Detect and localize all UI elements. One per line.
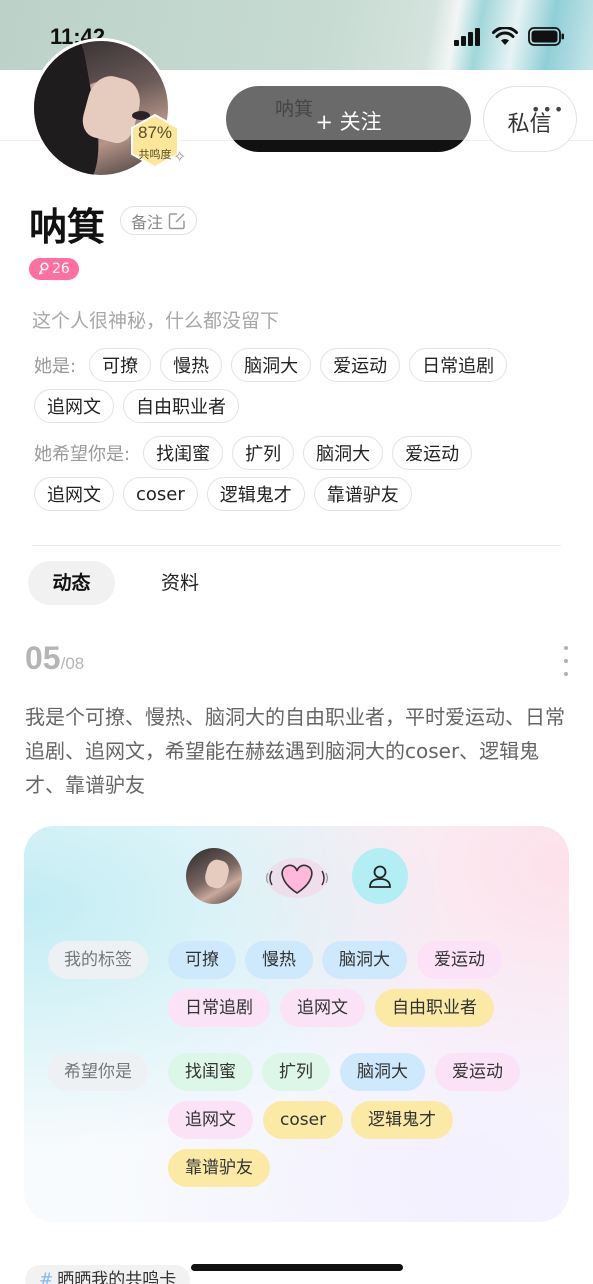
tag-chip[interactable]: 日常追剧: [409, 348, 508, 382]
card-partner-avatar: [352, 848, 408, 904]
card-tag-chip: 追网文: [168, 1101, 253, 1139]
cellular-signal-icon: [454, 27, 480, 46]
tag-chip[interactable]: 逻辑鬼才: [206, 477, 305, 511]
tab-moments[interactable]: 动态: [28, 561, 115, 605]
card-tag-chip: 扩列: [262, 1053, 330, 1091]
card-tag-chip: 可撩: [168, 941, 236, 979]
card-tag-chip: 脑洞大: [322, 941, 407, 979]
post-text: 我是个可撩、慢热、脑洞大的自由职业者，平时爱运动、日常追剧、追网文，希望能在赫兹…: [25, 705, 565, 797]
header-name-overlay: 呐箕: [275, 98, 314, 120]
message-button[interactable]: 私信: [483, 86, 577, 152]
bio-text: 这个人很神秘，什么都没留下: [32, 310, 280, 332]
sparkle-icon: ✧: [173, 147, 187, 166]
card-tag-chip: 日常追剧: [168, 989, 270, 1027]
age-badge: 26: [29, 258, 79, 280]
tag-chip[interactable]: 爱运动: [320, 348, 401, 382]
status-icons: [454, 27, 565, 46]
tag-chip[interactable]: 自由职业者: [123, 389, 239, 423]
follow-button[interactable]: + 关注: [226, 86, 471, 152]
card-hope-label: 希望你是: [48, 1053, 148, 1091]
tag-chip[interactable]: 扩列: [232, 436, 295, 470]
card-tag-chip: 爱运动: [435, 1053, 520, 1091]
she-is-label: 她是:: [34, 356, 77, 377]
card-my-tags-label: 我的标签: [48, 941, 148, 979]
hopes-row-1: 她希望你是: 找闺蜜 扩列 脑洞大 爱运动: [34, 436, 473, 470]
tag-chip[interactable]: 靠谱驴友: [313, 477, 412, 511]
card-tag-chip: coser: [263, 1101, 344, 1139]
card-tag-chip: 自由职业者: [375, 989, 494, 1027]
tag-chip[interactable]: 可撩: [89, 348, 152, 382]
post-date: 05 /08: [25, 640, 84, 677]
hash-icon: #: [39, 1270, 54, 1284]
tag-chip[interactable]: coser: [123, 477, 198, 511]
she-is-row-1: 她是: 可撩 慢热 脑洞大 爱运动 日常追剧: [34, 348, 508, 382]
tag-chip[interactable]: 爱运动: [392, 436, 473, 470]
card-tag-chip: 逻辑鬼才: [351, 1101, 453, 1139]
post-month: /08: [60, 654, 85, 673]
hopes-label: 她希望你是:: [34, 444, 131, 465]
tag-chip[interactable]: 追网文: [34, 477, 114, 511]
topic-text: 晒晒我的共鸣卡: [57, 1270, 177, 1284]
follow-button-label: + 关注: [315, 110, 382, 134]
card-my-avatar: [186, 848, 242, 904]
hopes-row-2: 追网文 coser 逻辑鬼才 靠谱驴友: [34, 477, 412, 511]
age-value: 26: [52, 261, 70, 277]
card-tag-chip: 慢热: [245, 941, 313, 979]
more-options-icon[interactable]: •••: [531, 100, 565, 119]
tag-chip[interactable]: 脑洞大: [303, 436, 384, 470]
post-more-icon[interactable]: [556, 646, 576, 676]
card-tag-chip: 追网文: [280, 989, 365, 1027]
card-tag-chip: 脑洞大: [340, 1053, 425, 1091]
wifi-icon: [492, 27, 518, 45]
topic-tag[interactable]: # 晒晒我的共鸣卡: [25, 1265, 191, 1284]
tab-profile-info[interactable]: 资料: [146, 561, 214, 605]
profile-name: 呐箕: [29, 205, 106, 249]
home-indicator[interactable]: [191, 1264, 403, 1271]
female-icon: [38, 262, 49, 275]
resonance-percent: 87%: [137, 123, 173, 142]
she-is-row-2: 追网文 自由职业者: [34, 389, 239, 423]
card-tag-chip: 靠谱驴友: [168, 1149, 270, 1187]
battery-icon: [528, 27, 564, 46]
section-divider: [32, 545, 561, 546]
tag-chip[interactable]: 追网文: [34, 389, 114, 423]
card-tag-chip: 找闺蜜: [168, 1053, 253, 1091]
heart-icon: [265, 858, 329, 898]
remark-label: 备注: [131, 212, 164, 232]
tag-chip[interactable]: 脑洞大: [231, 348, 312, 382]
edit-icon: [168, 212, 185, 229]
post-day: 05: [25, 640, 61, 676]
tag-chip[interactable]: 找闺蜜: [143, 436, 224, 470]
remark-button[interactable]: 备注: [120, 206, 198, 235]
user-icon: [369, 865, 391, 888]
tag-chip[interactable]: 慢热: [160, 348, 223, 382]
card-tag-chip: 爱运动: [417, 941, 502, 979]
